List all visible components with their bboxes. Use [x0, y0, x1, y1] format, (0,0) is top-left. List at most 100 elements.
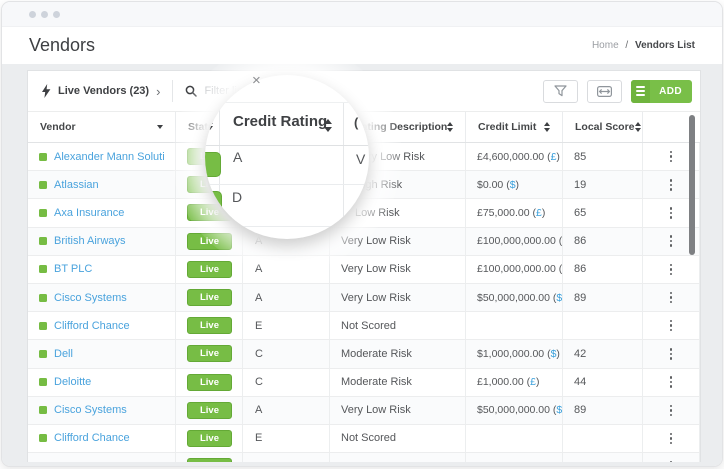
status-badge: Live — [187, 345, 232, 363]
toolbar-divider — [172, 80, 174, 102]
funnel-icon — [554, 85, 567, 97]
row-menu-kebab[interactable] — [666, 260, 677, 280]
resize-horizontal-icon — [597, 85, 613, 97]
table-row: British Airways Live A Very Low Risk £10… — [28, 227, 700, 256]
table-toolbar: Live Vendors (23) › Filter list ADD — [28, 71, 700, 111]
row-menu-kebab[interactable] — [666, 147, 677, 167]
column-label: Vendor — [40, 121, 76, 133]
vertical-scrollbar[interactable] — [689, 115, 695, 255]
rating-description-cell: Not Scored — [330, 312, 466, 340]
row-menu-kebab[interactable] — [666, 344, 677, 364]
credit-limit-cell: £100,000,000.00 (£) — [466, 255, 563, 283]
toolbar-right: ADD — [543, 79, 692, 103]
view-switcher[interactable]: Live Vendors (23) › — [41, 84, 160, 98]
lens-column-border — [343, 102, 344, 239]
window-control-dot[interactable] — [29, 10, 36, 18]
sort-updown-icon — [447, 122, 454, 132]
credit-rating-cell: C — [243, 368, 330, 396]
vendor-link[interactable]: British Airways — [54, 235, 126, 247]
chevron-right-icon: › — [156, 83, 161, 99]
row-menu-kebab[interactable] — [666, 372, 677, 392]
add-button[interactable]: ADD — [631, 79, 692, 103]
local-score-cell — [563, 424, 643, 453]
rating-description-cell: Not Scored — [330, 424, 466, 453]
table-row: Clifford Chance Live E Not Scored () — [28, 312, 700, 341]
table-row: Deloitte Live C Moderate Risk £1,000.00 … — [28, 368, 700, 397]
local-score-cell: 65 — [563, 199, 643, 227]
vendor-link[interactable]: Axa Insurance — [54, 207, 124, 219]
vendor-link[interactable]: Atlassian — [54, 179, 99, 191]
credit-limit-cell: () — [466, 424, 563, 453]
table-row: Axa Insurance Live Low Risk £75,000.00 (… — [28, 199, 700, 228]
vendor-link[interactable]: Alexander Mann Solutions — [54, 151, 164, 163]
magnifier-lens: Credit Rating A D ( V Li — [205, 75, 369, 239]
credit-rating-cell: A — [243, 283, 330, 312]
filter-button[interactable] — [543, 79, 579, 103]
rating-description-cell: Very Low Risk — [330, 255, 466, 283]
row-menu-kebab[interactable] — [666, 316, 677, 336]
vendor-link[interactable]: Cisco Systems — [54, 292, 127, 304]
local-score-cell: 86 — [563, 227, 643, 255]
sort-updown-icon — [544, 122, 550, 132]
window-control-dot[interactable] — [53, 10, 60, 18]
close-icon[interactable]: × — [252, 73, 261, 88]
table-row: Cisco Systems Live A Very Low Risk $50,0… — [28, 396, 700, 425]
vendor-link[interactable]: BT PLC — [54, 263, 92, 275]
add-button-label: ADD — [659, 85, 682, 97]
vendor-status-square — [39, 180, 47, 189]
row-menu-kebab[interactable] — [666, 401, 677, 421]
sort-desc-icon — [157, 125, 163, 129]
row-menu-kebab[interactable] — [666, 231, 677, 251]
column-header-vendor[interactable]: Vendor — [28, 112, 176, 142]
credit-limit-cell: () — [466, 453, 563, 462]
credit-limit-cell: () — [466, 312, 563, 340]
column-header-local-score[interactable]: Local Score — [563, 112, 643, 142]
breadcrumb: Home / Vendors List — [592, 40, 695, 51]
credit-rating-cell — [243, 453, 330, 462]
credit-rating-cell: A — [243, 255, 330, 283]
lens-row-line — [205, 184, 369, 185]
vendor-link[interactable]: Clifford Chance — [54, 320, 130, 332]
vendor-link[interactable]: Deloitte — [54, 376, 91, 388]
menu-icon — [631, 79, 651, 103]
lens-badge-fragment — [205, 152, 221, 177]
status-badge: Live — [187, 458, 232, 462]
rating-description-cell — [330, 453, 466, 462]
vendor-link[interactable]: Clifford Chance — [54, 432, 130, 444]
vendor-status-square — [39, 152, 47, 161]
credit-limit-cell: £4,600,000.00 (£) — [466, 143, 563, 171]
status-badge: Live — [187, 429, 232, 447]
vendor-status-square — [39, 265, 47, 274]
local-score-cell: 19 — [563, 171, 643, 199]
column-header-credit-limit[interactable]: Credit Limit — [466, 112, 563, 142]
table-row: BT PLC Live A Very Low Risk £100,000,000… — [28, 255, 700, 284]
column-width-button[interactable] — [587, 79, 623, 103]
vendor-link[interactable]: Dell — [54, 348, 73, 360]
breadcrumb-home[interactable]: Home — [592, 40, 619, 51]
row-menu-kebab[interactable] — [666, 429, 677, 449]
bolt-icon — [41, 84, 51, 98]
local-score-cell: 42 — [563, 340, 643, 368]
window-control-dot[interactable] — [41, 10, 48, 18]
local-score-cell: 89 — [563, 283, 643, 312]
status-badge: Live — [187, 260, 232, 278]
local-score-cell: 86 — [563, 255, 643, 283]
vendor-status-square — [39, 406, 47, 415]
lens-rating-value: A — [233, 149, 243, 165]
row-menu-kebab[interactable] — [666, 288, 677, 308]
local-score-cell: 44 — [563, 368, 643, 396]
row-menu-kebab[interactable] — [666, 457, 677, 462]
page-header: Vendors Home / Vendors List — [2, 27, 722, 64]
vendor-status-square — [39, 349, 47, 358]
rating-description-cell: Very Low Risk — [330, 227, 466, 255]
credit-limit-cell: £75,000.00 (£) — [466, 199, 563, 227]
row-menu-kebab[interactable] — [666, 175, 677, 195]
local-score-cell — [563, 312, 643, 340]
credit-rating-cell: C — [243, 340, 330, 368]
vendor-link[interactable]: Cisco Systems — [54, 404, 127, 416]
credit-rating-cell: E — [243, 424, 330, 453]
local-score-cell: 85 — [563, 143, 643, 171]
status-badge: Live — [187, 373, 232, 391]
breadcrumb-current: Vendors List — [634, 40, 695, 51]
row-menu-kebab[interactable] — [666, 203, 677, 223]
